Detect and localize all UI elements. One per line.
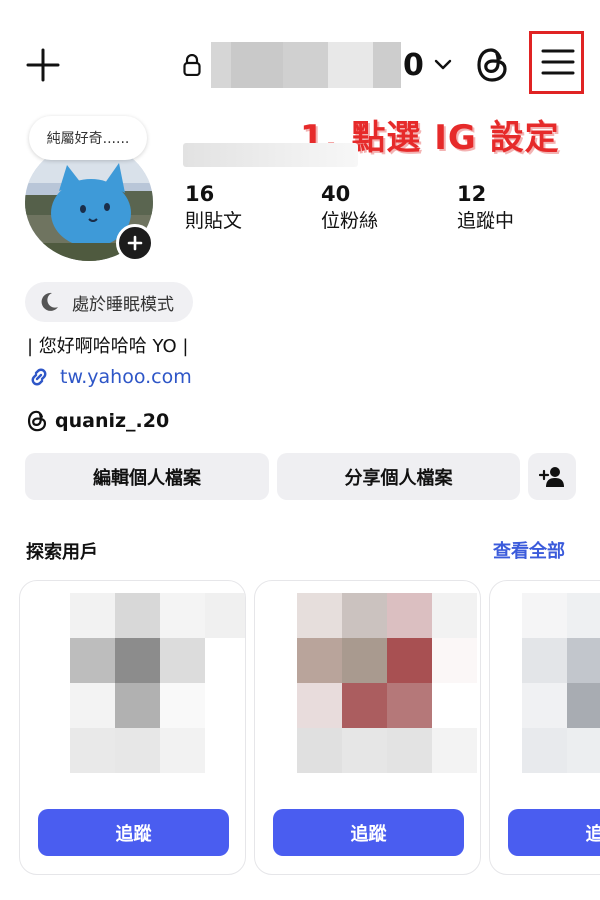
followers-label: 位粉絲 <box>321 210 379 232</box>
threads-handle: quaniz_.20 <box>55 410 170 432</box>
note-bubble[interactable]: 純屬好奇...... <box>29 116 147 160</box>
threads-button[interactable] <box>474 46 510 84</box>
moon-icon <box>41 292 58 311</box>
discover-people-button[interactable] <box>528 453 576 500</box>
follow-button[interactable]: 追蹤 <box>273 809 464 856</box>
note-text: 純屬好奇...... <box>46 131 130 147</box>
account-switcher[interactable]: 0 <box>183 42 452 88</box>
create-button[interactable] <box>26 48 60 82</box>
suggested-user-card[interactable]: 追蹤 <box>254 580 481 875</box>
followers-count: 40 <box>321 182 351 206</box>
add-story-button[interactable] <box>116 224 154 262</box>
threads-icon <box>477 48 507 82</box>
see-all-link[interactable]: 查看全部 <box>493 537 565 563</box>
suggested-user-avatar-blurred <box>70 593 245 773</box>
posts-count: 16 <box>185 182 215 206</box>
threads-icon <box>27 410 47 432</box>
follow-button[interactable]: 追蹤 <box>38 809 229 856</box>
plus-icon <box>26 48 60 82</box>
suggested-user-card[interactable]: 追蹤 <box>489 580 600 875</box>
username-blurred <box>211 42 401 88</box>
lock-icon <box>183 54 201 76</box>
following-count: 12 <box>457 182 487 206</box>
posts-label: 則貼文 <box>185 210 243 232</box>
suggested-user-card[interactable]: 追蹤 <box>19 580 246 875</box>
discover-title: 探索用戶 <box>26 542 98 563</box>
chevron-down-icon <box>434 59 452 70</box>
posts-stat[interactable]: 16 則貼文 <box>185 182 242 233</box>
suggested-user-avatar-blurred <box>297 593 477 773</box>
plus-icon <box>127 235 143 251</box>
add-person-icon <box>539 466 564 487</box>
profile-link-text: tw.yahoo.com <box>60 366 192 388</box>
share-profile-button[interactable]: 分享個人檔案 <box>277 453 520 500</box>
follow-button[interactable]: 追蹤 <box>508 809 600 856</box>
status-chip-label: 處於睡眠模式 <box>72 294 174 315</box>
username-suffix: 0 <box>403 47 424 83</box>
display-name-blurred <box>183 143 358 167</box>
following-stat[interactable]: 12 追蹤中 <box>457 182 514 233</box>
following-label: 追蹤中 <box>457 210 515 232</box>
menu-highlight-box <box>529 31 584 94</box>
link-icon <box>31 368 47 386</box>
edit-profile-button[interactable]: 編輯個人檔案 <box>25 453 269 500</box>
followers-stat[interactable]: 40 位粉絲 <box>321 182 378 233</box>
status-chip[interactable]: 處於睡眠模式 <box>25 282 193 322</box>
profile-link[interactable]: tw.yahoo.com <box>27 365 192 389</box>
suggested-user-avatar-blurred <box>522 593 600 773</box>
threads-profile-link[interactable]: quaniz_.20 <box>26 409 169 433</box>
bio-text: | 您好啊哈哈哈 YO | <box>27 336 189 357</box>
